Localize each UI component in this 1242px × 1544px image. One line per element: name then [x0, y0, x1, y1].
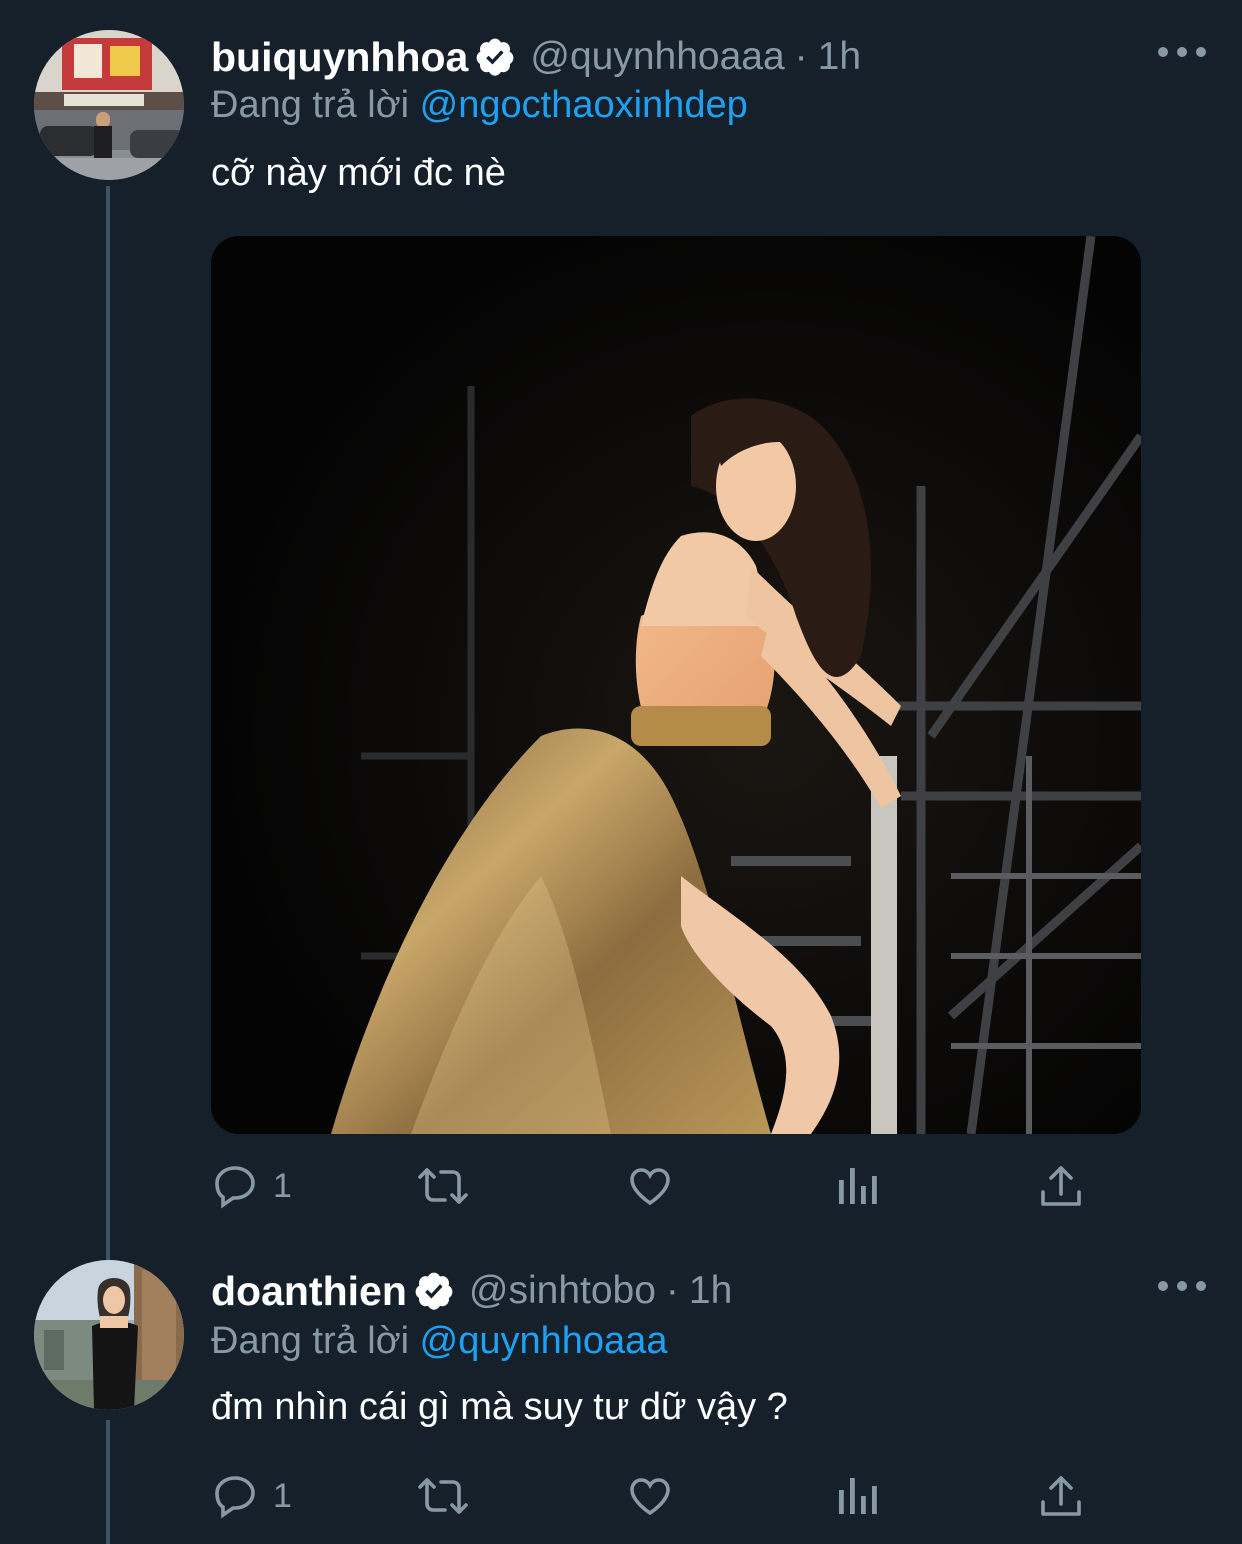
- replying-to: Đang trả lời @quynhhoaaa: [211, 1320, 667, 1363]
- reply-action[interactable]: 1: [211, 1466, 292, 1526]
- tweet-actions: 1: [211, 1466, 1111, 1526]
- timestamp[interactable]: 1h: [689, 1269, 732, 1313]
- tweet-text: cỡ này mới đc nè: [211, 152, 506, 194]
- analytics-icon: [839, 1478, 877, 1514]
- more-options-icon[interactable]: [1158, 1266, 1206, 1306]
- like-action[interactable]: [625, 1466, 675, 1526]
- retweet-action[interactable]: [416, 1466, 470, 1526]
- analytics-icon: [839, 1168, 877, 1204]
- analytics-action[interactable]: [835, 1156, 879, 1216]
- display-name[interactable]: buiquynhhoa: [211, 34, 468, 81]
- more-dot: [1177, 47, 1187, 57]
- retweet-icon: [418, 1478, 468, 1514]
- more-dot: [1158, 47, 1168, 57]
- user-handle[interactable]: @sinhtobo: [469, 1269, 656, 1313]
- tweet-header: doanthien @sinhtobo · 1h: [211, 1266, 732, 1316]
- more-dot: [1196, 47, 1206, 57]
- tweet-header: buiquynhhoa @quynhhoaaa · 1h: [211, 32, 861, 82]
- more-dot: [1177, 1281, 1187, 1291]
- reply-mention-link[interactable]: @ngocthaoxinhdep: [420, 84, 748, 126]
- more-dot: [1158, 1281, 1168, 1291]
- heart-icon: [630, 1168, 670, 1206]
- reply-prefix: Đang trả lời: [211, 84, 410, 126]
- retweet-action[interactable]: [416, 1156, 470, 1216]
- reply-prefix: Đang trả lời: [211, 1320, 410, 1362]
- replying-to: Đang trả lời @ngocthaoxinhdep: [211, 84, 748, 127]
- more-dot: [1196, 1281, 1206, 1291]
- verified-badge-icon: [474, 36, 516, 78]
- share-icon: [1041, 1166, 1081, 1206]
- more-options-icon[interactable]: [1158, 32, 1206, 72]
- heart-icon: [630, 1478, 670, 1516]
- reply-count: 1: [273, 1476, 292, 1515]
- share-action[interactable]: [1039, 1156, 1083, 1216]
- reply-icon: [215, 1476, 255, 1519]
- tweet[interactable]: buiquynhhoa @quynhhoaaa · 1h Đang trả lờ…: [0, 0, 1242, 1240]
- tweet-text: đm nhìn cái gì mà suy tư dữ vậy ?: [211, 1386, 788, 1428]
- share-action[interactable]: [1039, 1466, 1083, 1526]
- user-handle[interactable]: @quynhhoaaa: [530, 35, 784, 79]
- display-name[interactable]: doanthien: [211, 1268, 407, 1315]
- like-action[interactable]: [625, 1156, 675, 1216]
- avatar[interactable]: [34, 30, 184, 180]
- share-icon: [1041, 1476, 1081, 1516]
- tweet[interactable]: doanthien @sinhtobo · 1h Đang trả lời @q…: [0, 1240, 1242, 1544]
- tweet-photo[interactable]: [211, 236, 1141, 1134]
- reply-icon: [215, 1166, 255, 1209]
- analytics-action[interactable]: [835, 1466, 879, 1526]
- retweet-icon: [418, 1168, 468, 1204]
- reply-action[interactable]: 1: [211, 1156, 292, 1216]
- avatar[interactable]: [34, 1260, 184, 1410]
- reply-mention-link[interactable]: @quynhhoaaa: [420, 1320, 668, 1362]
- separator-dot: ·: [665, 1269, 679, 1312]
- separator-dot: ·: [794, 35, 808, 78]
- tweet-actions: 1: [211, 1156, 1111, 1216]
- reply-count: 1: [273, 1166, 292, 1205]
- verified-badge-icon: [413, 1270, 455, 1312]
- timestamp[interactable]: 1h: [818, 35, 861, 79]
